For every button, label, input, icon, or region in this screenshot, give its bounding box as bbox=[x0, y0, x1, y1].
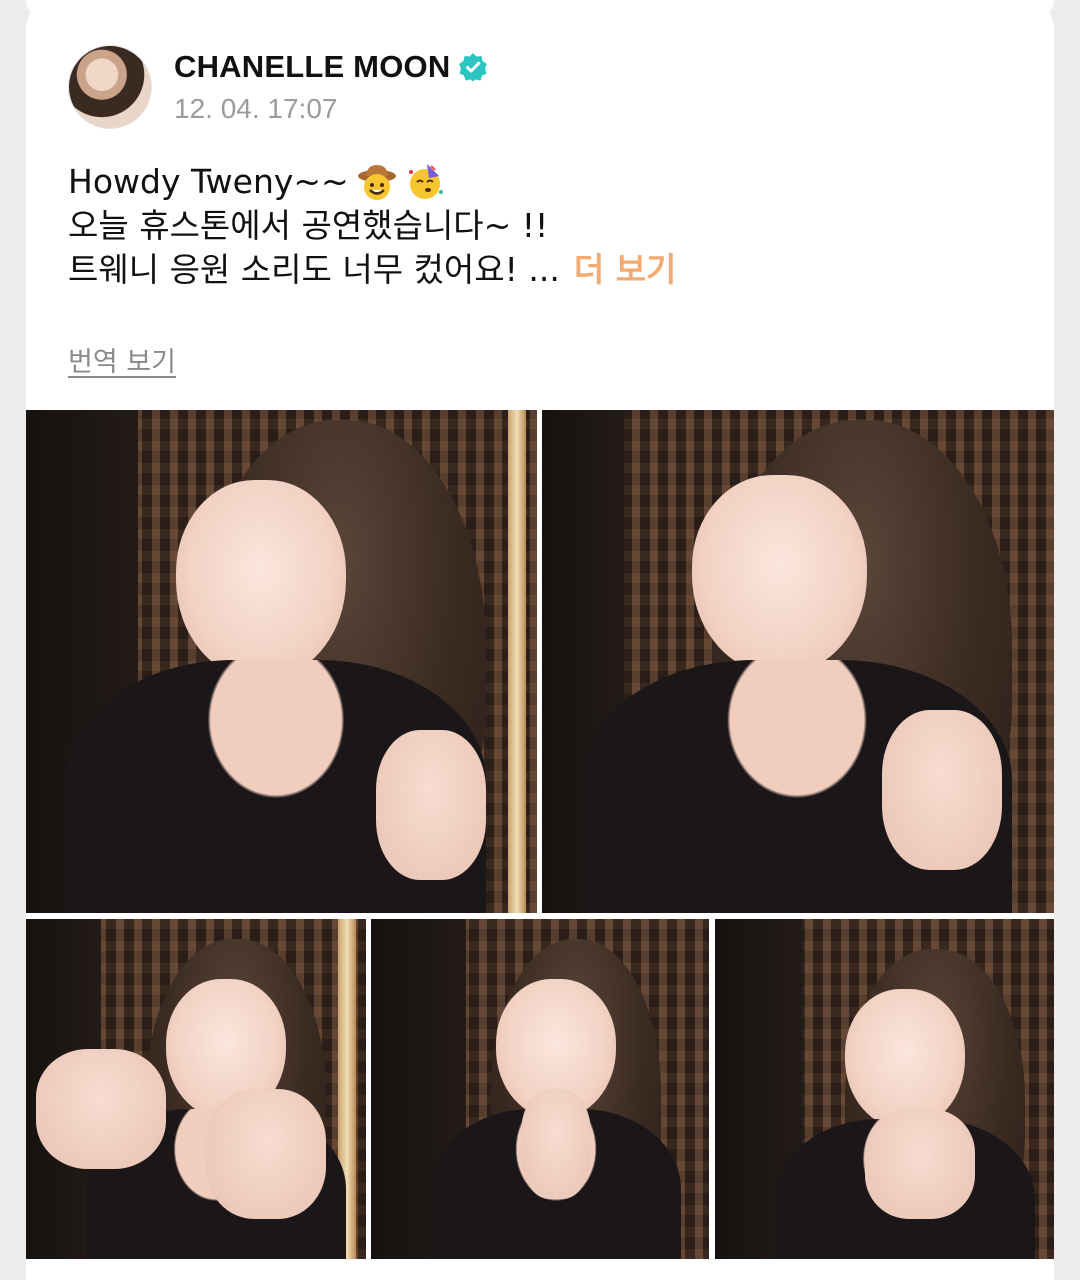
author-name[interactable]: CHANELLE MOON bbox=[174, 49, 450, 85]
photo-4[interactable] bbox=[371, 919, 709, 1259]
post-card: CHANELLE MOON 12. 04. 17:07 Howdy Tweny~… bbox=[26, 0, 1054, 1280]
post-line-3-text: 트웨니 응원 소리도 너무 컸어요! ... bbox=[68, 250, 560, 289]
cowboy-face-emoji bbox=[357, 165, 396, 200]
photo-2[interactable] bbox=[542, 410, 1054, 913]
avatar[interactable] bbox=[68, 45, 152, 129]
post-line-2-text: 오늘 휴스톤에서 공연했습니다~ !! bbox=[68, 206, 549, 245]
translate-link[interactable]: 번역 보기 bbox=[68, 340, 176, 379]
author-meta: CHANELLE MOON 12. 04. 17:07 bbox=[174, 49, 488, 125]
post-header: CHANELLE MOON 12. 04. 17:07 bbox=[68, 44, 488, 130]
see-more-link[interactable]: 더 보기 bbox=[574, 248, 677, 292]
verified-badge-icon bbox=[459, 53, 488, 82]
photo-3[interactable] bbox=[26, 919, 366, 1259]
photo-5[interactable] bbox=[715, 919, 1054, 1259]
photo-1[interactable] bbox=[26, 410, 537, 913]
post-line-3: 트웨니 응원 소리도 너무 컸어요! ... 더 보기 bbox=[68, 248, 1028, 292]
post-timestamp: 12. 04. 17:07 bbox=[174, 93, 338, 124]
partying-face-emoji bbox=[408, 164, 443, 199]
post-line-1: Howdy Tweny~~ bbox=[68, 160, 1028, 204]
post-body: Howdy Tweny~~ 오늘 휴스톤에서 공연했습니다~ !! 트웨니 응원… bbox=[68, 160, 1028, 292]
author-name-row: CHANELLE MOON bbox=[174, 49, 488, 85]
post-line-1-text: Howdy Tweny~~ bbox=[68, 162, 349, 201]
post-line-2: 오늘 휴스톤에서 공연했습니다~ !! bbox=[68, 204, 1028, 248]
